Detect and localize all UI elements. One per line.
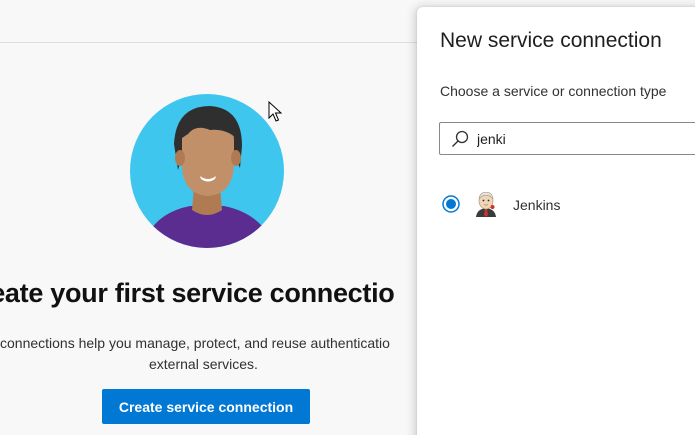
radio-selected-icon[interactable] xyxy=(442,195,460,213)
new-service-connection-panel: New service connection Choose a service … xyxy=(417,7,695,435)
result-item-jenkins[interactable]: Jenkins xyxy=(439,189,695,219)
search-icon xyxy=(452,130,469,147)
jenkins-icon xyxy=(476,192,496,217)
page: reate your first service connectio conne… xyxy=(0,0,695,435)
result-label-jenkins: Jenkins xyxy=(513,197,561,213)
empty-state-description-line1: connections help you manage, protect, an… xyxy=(0,335,390,351)
panel-title: New service connection xyxy=(440,29,662,52)
mouse-cursor-icon xyxy=(268,101,282,122)
empty-state-title: reate your first service connectio xyxy=(0,278,395,308)
create-service-connection-button[interactable]: Create service connection xyxy=(102,389,310,424)
search-input[interactable] xyxy=(477,127,695,151)
panel-subtitle: Choose a service or connection type xyxy=(440,83,667,99)
search-box[interactable] xyxy=(439,122,695,155)
person-avatar-illustration xyxy=(130,94,284,248)
empty-state-description-line2: external services. xyxy=(149,356,258,372)
